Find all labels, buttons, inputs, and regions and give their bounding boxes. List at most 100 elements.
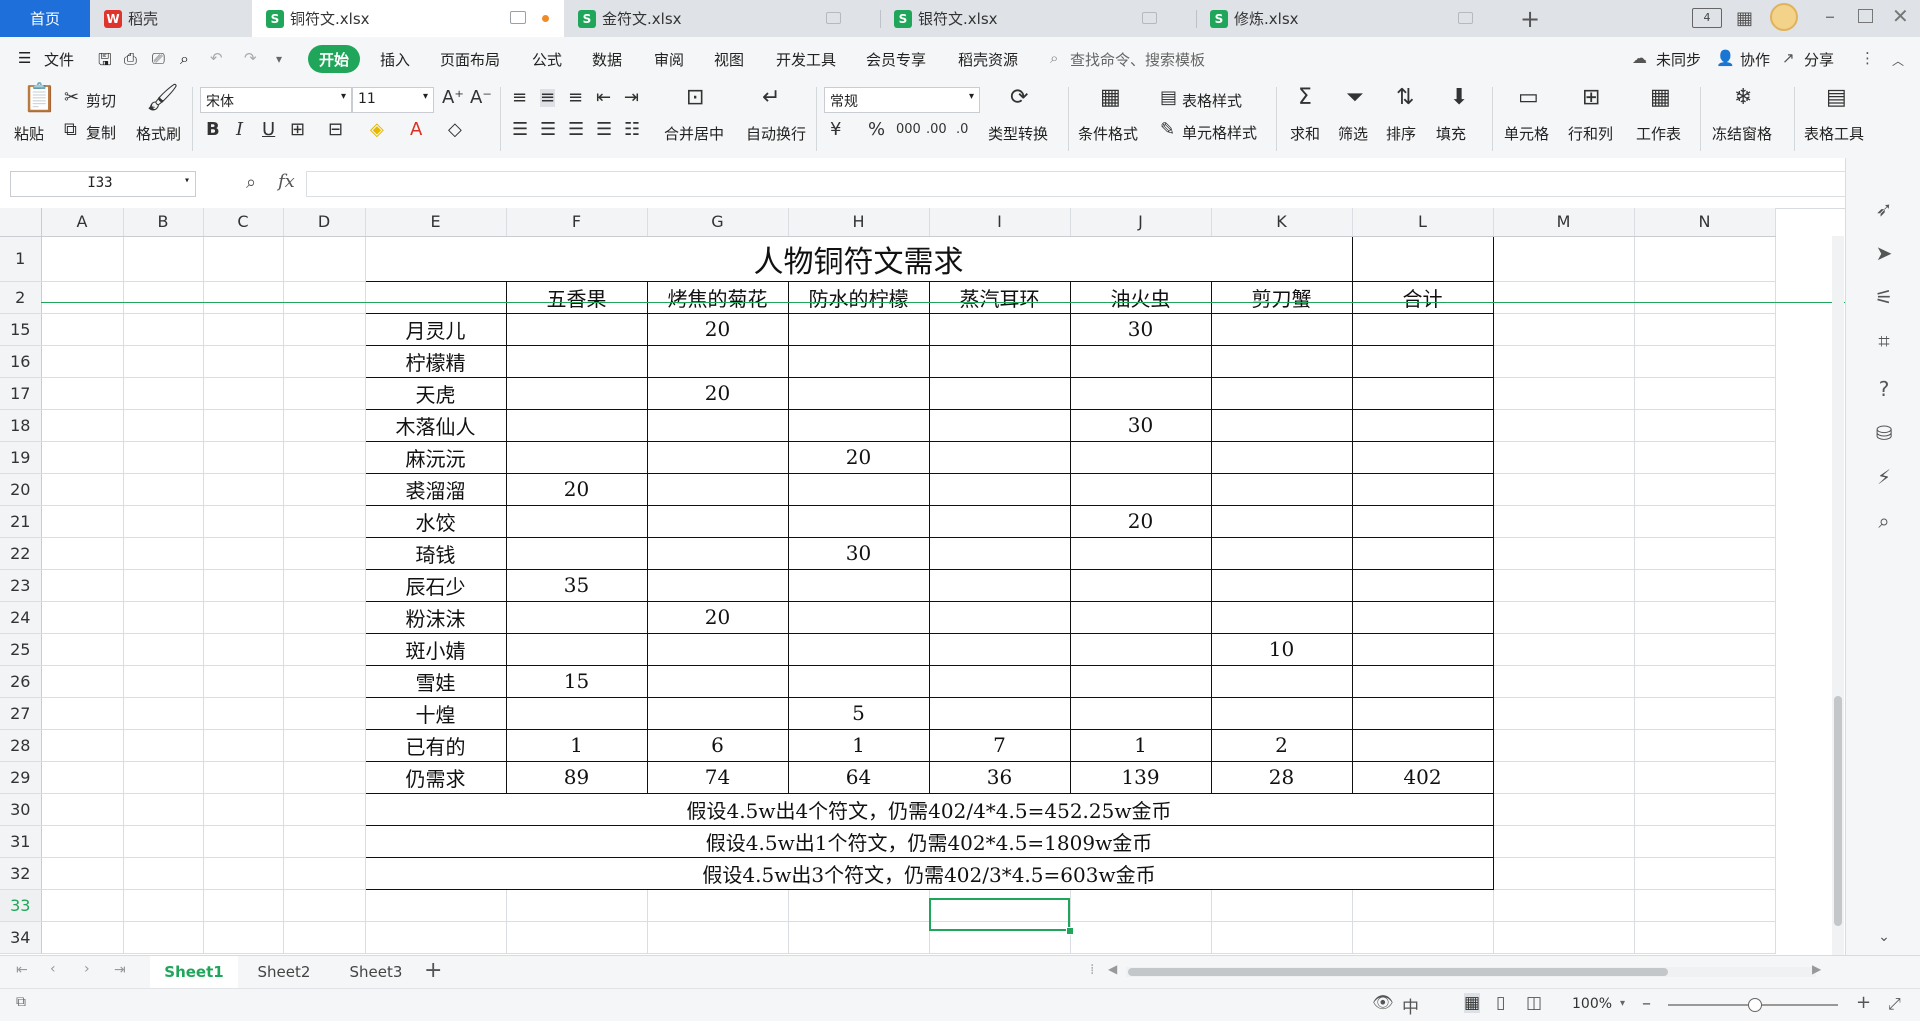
cell[interactable]: [1493, 825, 1635, 858]
scroll-left-icon[interactable]: ◀: [1108, 962, 1117, 976]
value-cell[interactable]: [1351, 312, 1494, 346]
align-bottom-icon[interactable]: ≡: [568, 89, 583, 107]
character-name-cell[interactable]: 木落仙人: [364, 408, 507, 442]
undo-icon[interactable]: ↶: [210, 49, 223, 67]
value-cell[interactable]: 20: [787, 440, 930, 474]
cell[interactable]: [1634, 697, 1776, 730]
character-name-cell[interactable]: 水饺: [364, 504, 507, 538]
distribute-icon[interactable]: ☷: [624, 121, 640, 139]
cell[interactable]: [1493, 857, 1635, 890]
cell[interactable]: [41, 236, 124, 282]
value-cell[interactable]: [787, 568, 930, 602]
cell[interactable]: [788, 889, 930, 922]
crop-icon[interactable]: ⌗: [1873, 330, 1895, 352]
sum-button[interactable]: 求和: [1290, 123, 1320, 144]
cell[interactable]: [123, 441, 204, 474]
value-cell[interactable]: [928, 632, 1071, 666]
row-header[interactable]: 17: [0, 377, 42, 410]
value-cell[interactable]: 1: [1069, 728, 1212, 762]
cell[interactable]: [203, 473, 284, 506]
cursor-select-icon[interactable]: ➤: [1873, 242, 1895, 264]
cell[interactable]: [41, 505, 124, 538]
menu-start[interactable]: 开始: [308, 45, 360, 73]
cell[interactable]: [41, 729, 124, 762]
cell-icon[interactable]: ▭: [1518, 87, 1539, 109]
value-cell[interactable]: 139: [1069, 760, 1212, 794]
cell[interactable]: [123, 889, 204, 922]
quick-access-dropdown-icon[interactable]: ▾: [276, 52, 282, 66]
row-header[interactable]: 23: [0, 569, 42, 602]
character-name-cell[interactable]: 粉沫沫: [364, 600, 507, 634]
column-header[interactable]: E: [365, 208, 507, 237]
cell[interactable]: [1634, 281, 1776, 314]
cell[interactable]: [203, 857, 284, 890]
vertical-scrollbar[interactable]: [1832, 236, 1844, 955]
cell[interactable]: [283, 377, 366, 410]
column-header[interactable]: L: [1352, 208, 1494, 237]
row-header[interactable]: 27: [0, 697, 42, 730]
cell[interactable]: [283, 825, 366, 858]
cell[interactable]: [41, 345, 124, 378]
column-header[interactable]: F: [506, 208, 648, 237]
column-title-cell[interactable]: 油火虫: [1069, 280, 1212, 314]
row-col-icon[interactable]: ⊞: [1582, 87, 1600, 109]
horizontal-scroll-thumb[interactable]: [1128, 968, 1668, 976]
formula-input[interactable]: [306, 171, 1864, 197]
restore-icon[interactable]: [1858, 9, 1873, 23]
value-cell[interactable]: [928, 696, 1071, 730]
cell[interactable]: [1070, 889, 1212, 922]
column-header[interactable]: C: [203, 208, 284, 237]
cell[interactable]: [41, 825, 124, 858]
cell[interactable]: [364, 280, 507, 314]
value-cell[interactable]: [1069, 536, 1212, 570]
cell[interactable]: [283, 505, 366, 538]
value-cell[interactable]: [1210, 472, 1353, 506]
cell-button[interactable]: 单元格: [1504, 123, 1549, 144]
value-cell[interactable]: [646, 408, 789, 442]
cell[interactable]: [1634, 473, 1776, 506]
decrease-font-icon[interactable]: A⁻: [470, 89, 492, 107]
value-cell[interactable]: 89: [505, 760, 648, 794]
cell[interactable]: [1493, 505, 1635, 538]
cell[interactable]: [123, 569, 204, 602]
value-cell[interactable]: [1069, 376, 1212, 410]
cell[interactable]: [41, 377, 124, 410]
cell[interactable]: [123, 921, 204, 954]
row-col-button[interactable]: 行和列: [1568, 123, 1613, 144]
value-cell[interactable]: [505, 696, 648, 730]
value-cell[interactable]: [928, 440, 1071, 474]
type-convert-icon[interactable]: ⟳: [1010, 87, 1028, 109]
value-cell[interactable]: 1: [787, 728, 930, 762]
cell[interactable]: [1493, 889, 1635, 922]
sheet-tab-2[interactable]: Sheet2: [248, 956, 320, 988]
cell[interactable]: [1070, 921, 1212, 954]
column-header[interactable]: G: [647, 208, 789, 237]
value-cell[interactable]: [505, 376, 648, 410]
tab-gold-rune[interactable]: S 金符文.xlsx: [564, 0, 880, 37]
cell[interactable]: [283, 761, 366, 794]
border-icon[interactable]: ⊞: [290, 121, 305, 139]
cell[interactable]: [1493, 473, 1635, 506]
cell[interactable]: [1211, 921, 1353, 954]
cell-style-icon[interactable]: ✎: [1160, 121, 1175, 139]
value-cell[interactable]: [646, 536, 789, 570]
cell[interactable]: [203, 729, 284, 762]
cell[interactable]: [647, 921, 789, 954]
row-header[interactable]: 15: [0, 313, 42, 346]
cell-style-button[interactable]: 单元格样式: [1182, 122, 1257, 143]
cell[interactable]: [203, 921, 284, 954]
cell[interactable]: [283, 793, 366, 826]
cell[interactable]: [283, 473, 366, 506]
cell[interactable]: [1634, 313, 1776, 346]
close-window-icon[interactable]: ✕: [1892, 4, 1909, 28]
fill-handle[interactable]: [1066, 927, 1074, 935]
indent-increase-icon[interactable]: ⇥: [624, 89, 639, 107]
font-name-select[interactable]: 宋体 ▾: [200, 87, 352, 113]
cell[interactable]: [41, 921, 124, 954]
value-cell[interactable]: [1210, 504, 1353, 538]
fullscreen-icon[interactable]: ⤢: [1888, 994, 1901, 1014]
sort-button[interactable]: 排序: [1386, 123, 1416, 144]
print-icon[interactable]: ⎚: [152, 49, 165, 69]
cell[interactable]: [283, 729, 366, 762]
character-name-cell[interactable]: 柠檬精: [364, 344, 507, 378]
